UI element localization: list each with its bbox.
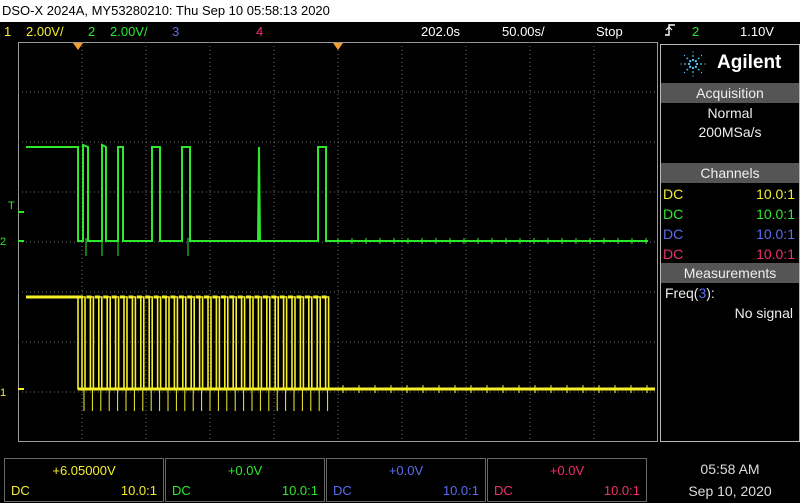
timebase-delay[interactable]: 202.0s — [421, 22, 460, 42]
ch4-probe: 10.0:1 — [603, 483, 640, 498]
agilent-spark-icon — [680, 51, 706, 77]
channel-offset-bar: +6.05000V DC 10.0:1 +0.0V DC 10.0:1 +0.0… — [0, 458, 652, 503]
clock-date: Sep 10, 2020 — [688, 483, 772, 499]
spark-dot — [691, 58, 695, 62]
spark-dot — [686, 57, 689, 60]
spark-dot — [680, 63, 682, 65]
channel-probe: 10.0:1 — [756, 186, 795, 202]
timebase-scale[interactable]: 50.00s/ — [502, 22, 545, 42]
ch2-waveform — [26, 143, 648, 242]
waveform-display[interactable] — [18, 42, 658, 442]
clock: 05:58 AM Sep 10, 2020 — [660, 458, 800, 503]
measurement-prefix: Freq( — [665, 285, 699, 301]
acquisition-rate: 200MSa/s — [698, 124, 762, 140]
spark-dot — [689, 60, 692, 63]
ch2-number[interactable]: 2 — [88, 22, 95, 42]
trigger-channel[interactable]: 2 — [692, 22, 699, 42]
clock-time: 05:58 AM — [700, 461, 760, 477]
measurement-suffix: ): — [706, 285, 715, 301]
side-panel: Agilent Acquisition Normal 200MSa/s Chan… — [660, 44, 800, 442]
spark-dot — [692, 75, 694, 77]
spark-dot — [700, 71, 703, 74]
channels-header[interactable]: Channels — [661, 163, 799, 183]
spark-dot — [692, 51, 694, 53]
ch4-offset-box[interactable]: +0.0V DC 10.0:1 — [487, 458, 647, 502]
ch1-number[interactable]: 1 — [4, 22, 11, 42]
ch1-scale[interactable]: 2.00V/ — [26, 22, 64, 42]
spark-dot — [692, 71, 694, 73]
ch3-probe: 10.0:1 — [442, 483, 479, 498]
spark-dot — [689, 65, 692, 68]
channel-coupling: DC — [663, 206, 684, 222]
measurements-header[interactable]: Measurements — [661, 263, 799, 283]
spark-dot — [694, 65, 697, 68]
spark-dot — [704, 63, 706, 65]
spark-dot — [686, 68, 689, 71]
run-state[interactable]: Stop — [596, 22, 623, 42]
ch1-ground-marker[interactable]: 1 — [0, 387, 6, 399]
ch4-offset: +0.0V — [549, 463, 585, 478]
trigger-position-marker — [333, 43, 343, 50]
spark-dot — [697, 68, 700, 71]
channel-probe: 10.0:1 — [756, 246, 795, 262]
channel-coupling: DC — [663, 186, 684, 202]
spark-dot — [687, 62, 691, 66]
trigger-level-marker[interactable]: T — [8, 200, 15, 212]
channel-row-4[interactable]: DC 10.0:1 — [663, 244, 797, 264]
trigger-level[interactable]: 1.10V — [740, 22, 774, 42]
spark-dot — [694, 60, 697, 63]
brand-name: Agilent — [717, 52, 782, 73]
ch3-coupling: DC — [333, 483, 352, 498]
ch3-offset-box[interactable]: +0.0V DC 10.0:1 — [326, 458, 486, 502]
ch3-number[interactable]: 3 — [172, 22, 179, 42]
ch2-offset-box[interactable]: +0.0V DC 10.0:1 — [165, 458, 325, 502]
agilent-logo: Agilent — [661, 45, 799, 81]
ch1-offset-box[interactable]: +6.05000V DC 10.0:1 — [4, 458, 164, 502]
window-title: DSO-X 2024A, MY53280210: Thu Sep 10 05:5… — [0, 0, 800, 22]
spark-dot — [692, 55, 694, 57]
channel-row-1[interactable]: DC 10.0:1 — [663, 184, 797, 204]
ch2-probe: 10.0:1 — [281, 483, 318, 498]
spark-dot — [683, 54, 686, 57]
ch2-coupling: DC — [172, 483, 191, 498]
ch1-probe: 10.0:1 — [120, 483, 157, 498]
ch1-waveform-burst — [77, 296, 330, 390]
ch2-scale[interactable]: 2.00V/ — [110, 22, 148, 42]
acquisition-header[interactable]: Acquisition — [661, 83, 799, 103]
ch1-coupling: DC — [11, 483, 30, 498]
channel-row-3[interactable]: DC 10.0:1 — [663, 224, 797, 244]
spark-dot — [697, 57, 700, 60]
spark-dot — [691, 66, 695, 70]
channel-coupling: DC — [663, 226, 684, 242]
channel-probe: 10.0:1 — [756, 226, 795, 242]
trigger-edge-icon — [664, 22, 676, 44]
spark-dot — [700, 63, 702, 65]
channel-coupling: DC — [663, 246, 684, 262]
ch2-ground-marker[interactable]: 2 — [0, 236, 6, 248]
ch1-offset: +6.05000V — [52, 463, 116, 478]
measurement-value: No signal — [734, 305, 793, 321]
channel-row-2[interactable]: DC 10.0:1 — [663, 204, 797, 224]
measurement-label: Freq(3): — [665, 285, 715, 301]
status-bar: 1 2.00V/ 2 2.00V/ 3 4 202.0s 50.00s/ Sto… — [0, 22, 800, 42]
acquisition-mode: Normal — [707, 105, 753, 121]
ch4-coupling: DC — [494, 483, 513, 498]
spark-dot — [695, 62, 699, 66]
spark-dot — [683, 71, 686, 74]
channel-probe: 10.0:1 — [756, 206, 795, 222]
ch3-offset: +0.0V — [388, 463, 424, 478]
spark-dot — [700, 54, 703, 57]
ch4-number[interactable]: 4 — [256, 22, 263, 42]
spark-dot — [684, 63, 686, 65]
ch2-offset: +0.0V — [227, 463, 263, 478]
